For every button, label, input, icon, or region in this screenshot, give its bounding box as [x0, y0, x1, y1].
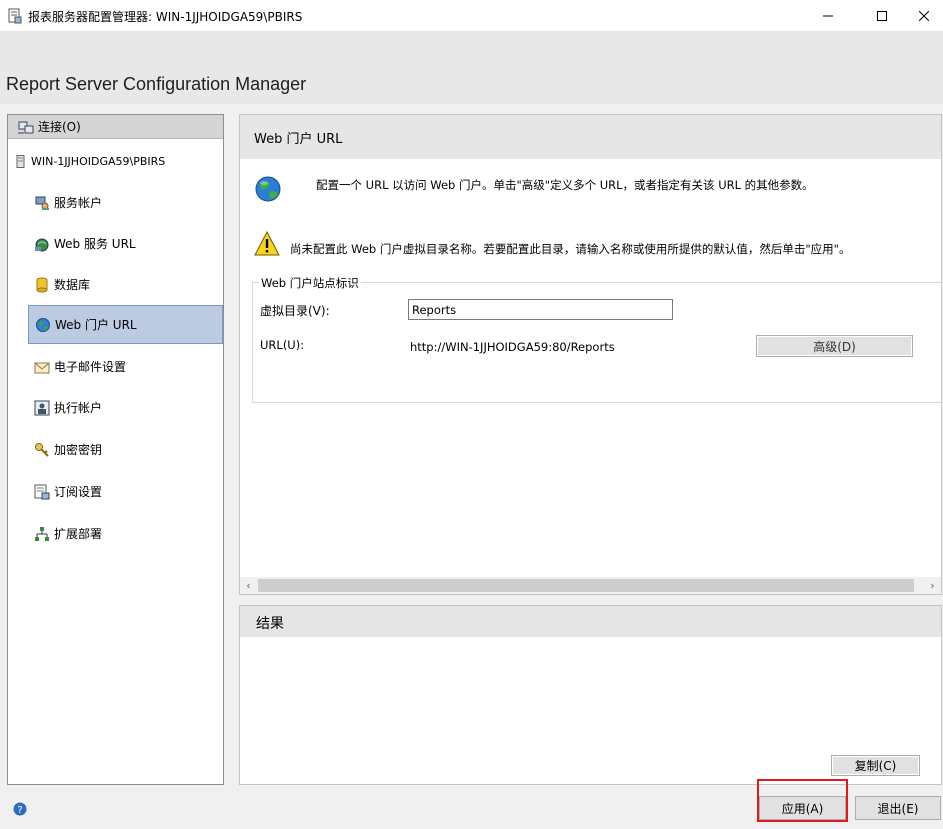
- results-title: 结果: [256, 616, 284, 632]
- group-label: Web 门户站点标识: [259, 275, 361, 291]
- close-button[interactable]: [904, 0, 943, 32]
- warning-text: 尚未配置此 Web 门户虚拟目录名称。若要配置此目录，请输入名称或使用所提供的默…: [290, 242, 851, 256]
- nav-panel: 连接(O) WIN-1JJHOIDGA59\PBIRS 服务帐户 Web 服务 …: [7, 114, 224, 785]
- info-text: 配置一个 URL 以访问 Web 门户。单击"高级"定义多个 URL，或者指定有…: [316, 178, 814, 192]
- server-node[interactable]: WIN-1JJHOIDGA59\PBIRS: [16, 155, 165, 168]
- email-icon: [34, 359, 50, 375]
- web-service-icon: [34, 236, 50, 252]
- site-identification-group: Web 门户站点标识 虚拟目录(V): URL(U): http://WIN-1…: [252, 275, 941, 403]
- database-icon: [34, 277, 50, 293]
- apply-button[interactable]: 应用(A): [759, 796, 846, 820]
- scrollbar-thumb[interactable]: [258, 579, 914, 592]
- nav-item-web-service-url[interactable]: Web 服务 URL: [28, 224, 223, 263]
- globe-icon: [35, 317, 51, 333]
- vdir-input[interactable]: [408, 299, 673, 320]
- url-label: URL(U):: [260, 338, 305, 352]
- globe-icon: [254, 175, 282, 203]
- vdir-label: 虚拟目录(V):: [260, 304, 330, 318]
- copy-button[interactable]: 复制(C): [831, 755, 920, 776]
- app-icon: [8, 8, 22, 24]
- minimize-button[interactable]: [805, 0, 851, 32]
- results-pane: 结果 复制(C): [239, 605, 942, 785]
- nav-item-scale-out-deployment[interactable]: 扩展部署: [28, 514, 223, 553]
- nav-item-service-account[interactable]: 服务帐户: [28, 183, 223, 222]
- horizontal-scrollbar[interactable]: ‹ ›: [240, 577, 941, 594]
- connect-button[interactable]: 连接(O): [8, 115, 223, 139]
- page-title: Web 门户 URL: [254, 132, 343, 147]
- url-value[interactable]: http://WIN-1JJHOIDGA59:80/Reports: [410, 340, 615, 354]
- app-header: Report Server Configuration Manager: [0, 32, 943, 104]
- server-label: WIN-1JJHOIDGA59\PBIRS: [31, 155, 166, 168]
- help-icon[interactable]: ?: [13, 802, 27, 816]
- maximize-button[interactable]: [859, 0, 905, 32]
- subscription-icon: [34, 484, 50, 500]
- nav-item-database[interactable]: 数据库: [28, 265, 223, 304]
- key-icon: [34, 442, 50, 458]
- main-pane: Web 门户 URL 配置一个 URL 以访问 Web 门户。单击"高级"定义多…: [239, 114, 942, 595]
- results-header: 结果: [240, 606, 941, 637]
- svg-text:?: ?: [17, 805, 22, 816]
- connect-label: 连接(O): [38, 120, 81, 134]
- warning-message: 尚未配置此 Web 门户虚拟目录名称。若要配置此目录，请输入名称或使用所提供的默…: [254, 230, 934, 261]
- nav-item-subscription-settings[interactable]: 订阅设置: [28, 472, 223, 511]
- warning-icon: [254, 230, 280, 257]
- nav-item-web-portal-url[interactable]: Web 门户 URL: [28, 305, 223, 344]
- scale-out-icon: [34, 526, 50, 542]
- scroll-right-icon[interactable]: ›: [924, 577, 941, 594]
- nav-item-execution-account[interactable]: 执行帐户: [28, 388, 223, 427]
- close-icon: [918, 11, 929, 21]
- title-bar: 报表服务器配置管理器: WIN-1JJHOIDGA59\PBIRS: [0, 0, 943, 32]
- advanced-button[interactable]: 高级(D): [756, 335, 913, 357]
- connect-icon: [18, 121, 34, 133]
- window-title: 报表服务器配置管理器: WIN-1JJHOIDGA59\PBIRS: [28, 10, 303, 24]
- server-icon: [16, 155, 25, 168]
- app-title: Report Server Configuration Manager: [6, 74, 307, 94]
- service-account-icon: [34, 195, 50, 211]
- scroll-left-icon[interactable]: ‹: [240, 577, 257, 594]
- execution-account-icon: [34, 400, 50, 416]
- main-pane-header: Web 门户 URL: [240, 115, 941, 159]
- info-message: 配置一个 URL 以访问 Web 门户。单击"高级"定义多个 URL，或者指定有…: [254, 175, 934, 205]
- nav-item-encryption-keys[interactable]: 加密密钥: [28, 430, 223, 469]
- nav-item-email-settings[interactable]: 电子邮件设置: [28, 347, 223, 386]
- exit-button[interactable]: 退出(E): [855, 796, 941, 820]
